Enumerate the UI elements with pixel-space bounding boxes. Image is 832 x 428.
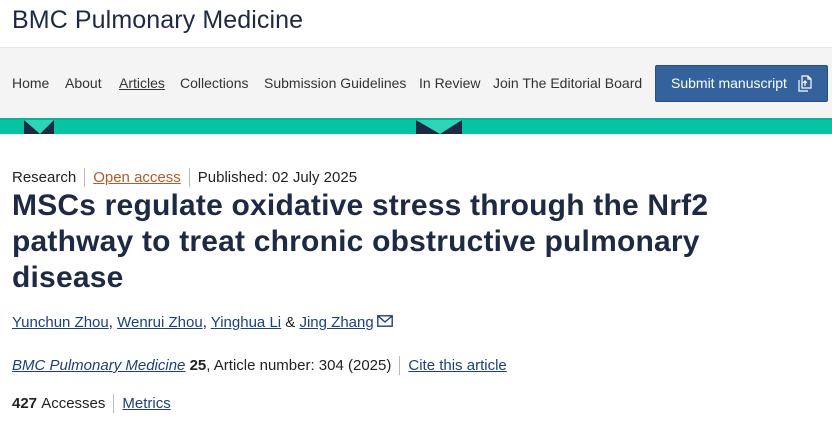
envelope-icon[interactable]: [376, 315, 393, 327]
published-date: Published: 02 July 2025: [197, 169, 358, 186]
author-separator: ,: [108, 314, 118, 331]
external-document-icon: [798, 75, 812, 92]
access-count: 427: [12, 395, 38, 412]
submit-manuscript-label: Submit manuscript: [671, 75, 787, 91]
journal-title[interactable]: BMC Pulmonary Medicine: [12, 6, 303, 35]
author-link[interactable]: Yinghua Li: [211, 314, 281, 331]
citation-line: BMC Pulmonary Medicine 25, Article numbe…: [12, 356, 507, 375]
meta-divider: [84, 168, 86, 187]
site-header: BMC Pulmonary Medicine: [0, 0, 832, 47]
author-separator: &: [281, 314, 300, 331]
nav-item-submission-guidelines[interactable]: Submission Guidelines: [264, 75, 406, 91]
metrics-link[interactable]: Metrics: [122, 395, 170, 412]
author-link[interactable]: Jing Zhang: [299, 314, 373, 331]
metrics-divider: [113, 394, 115, 413]
nav-item-about[interactable]: About: [65, 75, 102, 91]
access-label: Accesses: [41, 395, 106, 412]
meta-divider: [188, 168, 190, 187]
nav-item-collections[interactable]: Collections: [180, 75, 248, 91]
article-title: MSCs regulate oxidative stress through t…: [12, 189, 709, 294]
submit-manuscript-button[interactable]: Submit manuscript: [655, 65, 828, 102]
decorative-banner: [0, 118, 832, 134]
article-number: , Article number: 304 (2025): [206, 357, 392, 374]
nav-item-join-editorial-board[interactable]: Join The Editorial Board: [493, 75, 642, 91]
open-access-link[interactable]: Open access: [93, 169, 181, 186]
author-separator: ,: [202, 314, 211, 331]
metrics-line: 427 Accesses Metrics: [12, 394, 171, 413]
nav-item-home[interactable]: Home: [12, 75, 49, 91]
author-link[interactable]: Wenrui Zhou: [117, 314, 203, 331]
nav-item-in-review[interactable]: In Review: [419, 75, 480, 91]
citation-divider: [399, 356, 401, 375]
nav-item-articles[interactable]: Articles: [119, 75, 165, 91]
author-link[interactable]: Yunchun Zhou: [12, 314, 109, 331]
journal-link[interactable]: BMC Pulmonary Medicine: [12, 357, 185, 374]
article-type: Research: [12, 169, 77, 186]
cite-article-link[interactable]: Cite this article: [408, 357, 506, 374]
article-meta: Research Open access Published: 02 July 20…: [12, 168, 357, 188]
author-list: Yunchun Zhou, Wenrui Zhou, Yinghua Li & …: [12, 314, 393, 331]
main-navigation: Home About Articles Collections Submissi…: [0, 47, 832, 118]
volume-number: 25: [189, 357, 207, 374]
